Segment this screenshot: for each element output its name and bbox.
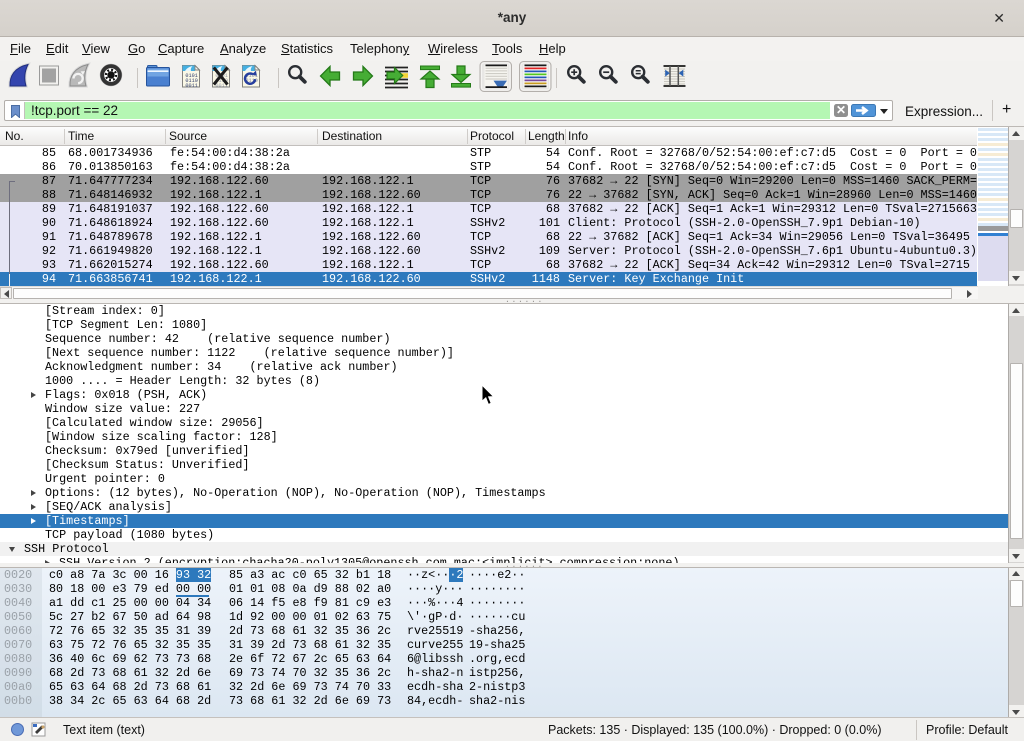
svg-text:0011: 0011 xyxy=(185,83,197,89)
